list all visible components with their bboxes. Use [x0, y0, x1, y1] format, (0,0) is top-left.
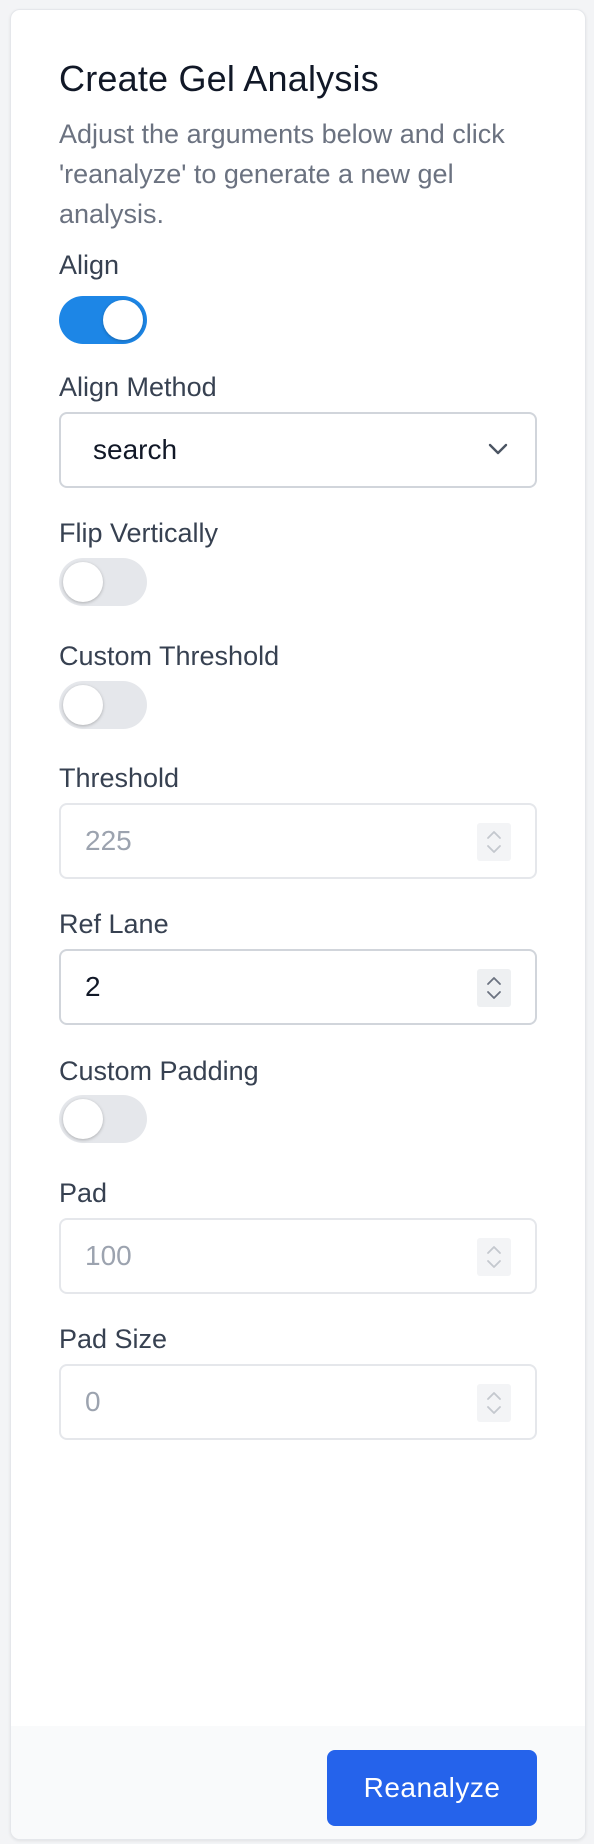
gel-analysis-form-card: Create Gel Analysis Adjust the arguments…	[10, 9, 586, 1840]
spinner-arrows-icon[interactable]	[477, 969, 511, 1007]
flip-vertically-label: Flip Vertically	[59, 518, 219, 548]
threshold-input[interactable]: 225	[59, 803, 537, 879]
pad-size-value: 0	[85, 1386, 101, 1417]
pad-size-label: Pad Size	[59, 1324, 168, 1354]
ref-lane-label: Ref Lane	[59, 909, 169, 939]
align-toggle[interactable]	[59, 296, 147, 344]
flip-vertically-toggle[interactable]	[59, 558, 147, 606]
custom-padding-label: Custom Padding	[59, 1056, 259, 1086]
toggle-knob	[103, 300, 143, 340]
form-footer: Reanalyze	[11, 1726, 585, 1839]
threshold-label: Threshold	[59, 763, 180, 793]
pad-input[interactable]: 100	[59, 1218, 537, 1294]
toggle-knob	[63, 1099, 103, 1139]
chevron-down-icon	[488, 443, 508, 455]
ref-lane-value: 2	[85, 971, 101, 1002]
threshold-value: 225	[85, 825, 132, 856]
custom-padding-toggle[interactable]	[59, 1095, 147, 1143]
align-method-label: Align Method	[59, 372, 217, 402]
reanalyze-button[interactable]: Reanalyze	[327, 1750, 537, 1826]
pad-label: Pad	[59, 1178, 108, 1208]
spinner-arrows-icon[interactable]	[477, 1238, 511, 1276]
align-method-value: search	[93, 434, 178, 465]
pad-size-input[interactable]: 0	[59, 1364, 537, 1440]
spinner-arrows-icon[interactable]	[477, 1384, 511, 1422]
form-description: Adjust the arguments below and click 're…	[59, 119, 505, 229]
align-method-select[interactable]: search	[59, 412, 537, 488]
align-label: Align	[59, 250, 120, 280]
pad-value: 100	[85, 1240, 132, 1271]
custom-threshold-label: Custom Threshold	[59, 641, 280, 671]
toggle-knob	[63, 685, 103, 725]
toggle-knob	[63, 562, 103, 602]
spinner-arrows-icon[interactable]	[477, 823, 511, 861]
custom-threshold-toggle[interactable]	[59, 681, 147, 729]
ref-lane-input[interactable]: 2	[59, 949, 537, 1025]
form-title: Create Gel Analysis	[59, 58, 379, 99]
